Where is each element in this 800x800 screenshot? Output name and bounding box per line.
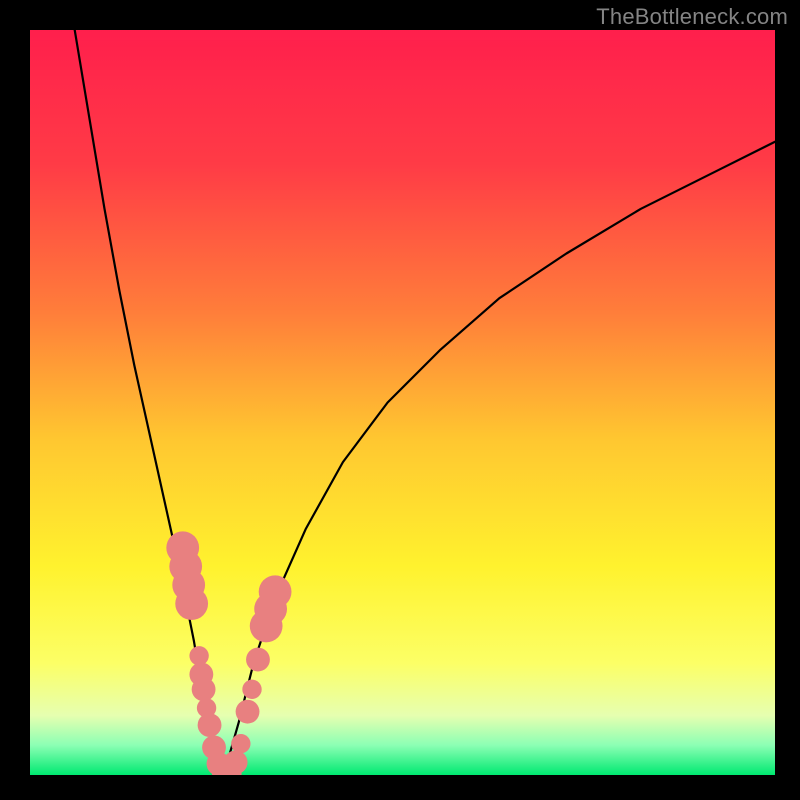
data-marker	[198, 713, 222, 737]
data-marker	[242, 680, 261, 699]
data-marker	[246, 648, 270, 672]
data-marker	[236, 700, 260, 724]
watermark-text: TheBottleneck.com	[596, 4, 788, 30]
chart-stage: TheBottleneck.com	[0, 0, 800, 800]
data-marker	[231, 734, 250, 753]
bottleneck-chart	[30, 30, 775, 775]
data-marker	[189, 646, 208, 665]
data-marker	[175, 587, 208, 620]
data-marker	[192, 677, 216, 701]
data-marker	[224, 750, 248, 774]
data-marker	[259, 575, 292, 608]
